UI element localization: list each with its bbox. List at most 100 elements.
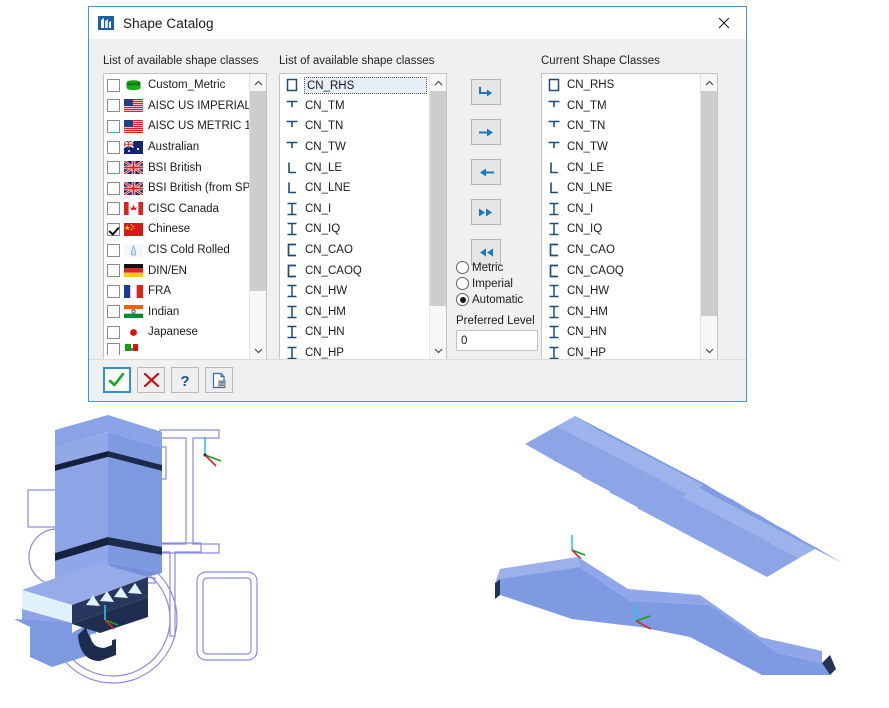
catalog-checkbox[interactable] xyxy=(107,243,120,257)
scroll-down-icon[interactable] xyxy=(430,342,446,359)
available-shape-classes-list[interactable]: CN_RHS CN_TM CN_TN CN_TW CN_LE CN_LNE CN_I CN_I… xyxy=(279,73,447,360)
scroll-down-icon[interactable] xyxy=(701,342,717,359)
current-shape-class-item[interactable]: CN_TW xyxy=(542,137,700,158)
i-beam-icon xyxy=(285,325,299,339)
available-shape-class-item[interactable]: CN_RHS xyxy=(280,75,429,96)
scroll-down-icon[interactable] xyxy=(250,342,266,359)
catalog-list-item[interactable]: BSI British xyxy=(104,157,249,178)
catalog-list-item[interactable]: BSI British (from SPC) xyxy=(104,178,249,199)
available-shape-class-item[interactable]: CN_I xyxy=(280,199,429,220)
available-catalogs-items[interactable]: Custom_Metric AISC US IMPERIAL 13TH AISC U… xyxy=(104,74,249,359)
catalog-list-item[interactable]: FRA xyxy=(104,281,249,302)
radio-metric[interactable] xyxy=(456,261,469,274)
available-shape-class-item[interactable]: CN_HP xyxy=(280,343,429,359)
current-shape-class-item[interactable]: CN_LE xyxy=(542,157,700,178)
catalog-list-item[interactable]: Japanese xyxy=(104,322,249,343)
catalog-list-item[interactable]: AISC US IMPERIAL 13TH xyxy=(104,96,249,117)
catalog-list-item[interactable] xyxy=(104,342,249,355)
rounded-rect-tube-outer xyxy=(196,571,258,661)
unit-option-imperial[interactable]: Imperial xyxy=(456,277,513,290)
catalog-checkbox[interactable] xyxy=(107,78,120,92)
right-list-scrollbar[interactable] xyxy=(700,74,717,359)
add-new-button[interactable] xyxy=(471,79,501,105)
available-shape-classes-items[interactable]: CN_RHS CN_TM CN_TN CN_TW CN_LE CN_LNE CN_I CN_I… xyxy=(280,74,429,359)
middle-list-scrollbar[interactable] xyxy=(429,74,446,359)
left-list-scrollbar[interactable] xyxy=(249,74,266,359)
available-shape-class-item[interactable]: CN_HM xyxy=(280,302,429,323)
current-shape-class-item[interactable]: CN_IQ xyxy=(542,219,700,240)
available-shape-class-item[interactable]: CN_CAOQ xyxy=(280,260,429,281)
preferred-level-input[interactable]: 0 xyxy=(456,330,538,351)
close-icon[interactable] xyxy=(702,7,746,38)
catalog-list-item[interactable]: Custom_Metric xyxy=(104,75,249,96)
current-shape-class-item[interactable]: CN_HW xyxy=(542,281,700,302)
catalog-checkbox[interactable] xyxy=(107,181,120,195)
catalog-checkbox[interactable] xyxy=(107,99,120,113)
radio-imperial[interactable] xyxy=(456,277,469,290)
current-shape-class-item-label: CN_RHS xyxy=(567,79,615,92)
catalog-list-item[interactable]: Indian xyxy=(104,302,249,323)
catalog-list-item[interactable]: CISC Canada xyxy=(104,199,249,220)
scroll-up-icon[interactable] xyxy=(250,74,266,91)
current-shape-class-item[interactable]: CN_HN xyxy=(542,322,700,343)
report-button[interactable] xyxy=(205,367,233,393)
catalog-list-item[interactable]: Australian xyxy=(104,137,249,158)
catalog-item-label: CIS Cold Rolled xyxy=(148,244,230,257)
available-catalogs-list[interactable]: Custom_Metric AISC US IMPERIAL 13TH AISC U… xyxy=(103,73,267,360)
scroll-up-icon[interactable] xyxy=(430,74,446,91)
catalog-checkbox[interactable] xyxy=(107,305,120,319)
ok-button[interactable] xyxy=(103,367,131,393)
catalog-checkbox[interactable] xyxy=(107,342,120,355)
cancel-button[interactable] xyxy=(137,367,165,393)
available-shape-class-item[interactable]: CN_TM xyxy=(280,96,429,117)
catalog-checkbox[interactable] xyxy=(107,140,120,154)
add-all-button[interactable] xyxy=(471,199,501,225)
catalog-checkbox[interactable] xyxy=(107,222,120,236)
catalog-checkbox[interactable] xyxy=(107,161,120,175)
current-shape-class-item[interactable]: CN_CAO xyxy=(542,240,700,261)
current-shape-class-item[interactable]: CN_HP xyxy=(542,343,700,359)
available-shape-class-item-label: CN_TM xyxy=(305,99,345,112)
catalog-checkbox[interactable] xyxy=(107,202,120,216)
catalog-checkbox[interactable] xyxy=(107,264,120,278)
unit-option-automatic[interactable]: Automatic xyxy=(456,293,523,306)
available-shape-class-item[interactable]: CN_TN xyxy=(280,116,429,137)
available-shape-class-item[interactable]: CN_IQ xyxy=(280,219,429,240)
current-shape-class-item[interactable]: CN_TN xyxy=(542,116,700,137)
unit-option-imperial-label: Imperial xyxy=(472,277,513,290)
current-shape-class-item[interactable]: CN_TM xyxy=(542,96,700,117)
graphics-viewport[interactable] xyxy=(0,405,889,708)
current-shape-classes-items[interactable]: CN_RHS CN_TM CN_TN CN_TW CN_LE CN_LNE CN_I CN_I… xyxy=(542,74,700,359)
catalog-list-item[interactable]: DIN/EN xyxy=(104,260,249,281)
catalog-list-item[interactable]: AISC US METRIC 13TH xyxy=(104,116,249,137)
available-shape-class-item[interactable]: CN_TW xyxy=(280,137,429,158)
catalog-checkbox[interactable] xyxy=(107,119,120,133)
current-shape-class-item[interactable]: CN_RHS xyxy=(542,75,700,96)
i-beam-icon xyxy=(547,284,561,298)
available-shape-class-item[interactable]: CN_HW xyxy=(280,281,429,302)
catalog-list-item[interactable]: CIS Cold Rolled xyxy=(104,240,249,261)
unit-option-metric[interactable]: Metric xyxy=(456,261,503,274)
catalog-checkbox[interactable] xyxy=(107,284,120,298)
current-shape-classes-list[interactable]: CN_RHS CN_TM CN_TN CN_TW CN_LE CN_LNE CN_I CN_I… xyxy=(541,73,718,360)
available-shape-class-item[interactable]: CN_CAO xyxy=(280,240,429,261)
right-scroll-thumb[interactable] xyxy=(701,91,717,316)
available-shape-class-item[interactable]: CN_LE xyxy=(280,157,429,178)
left-scroll-thumb[interactable] xyxy=(250,91,266,291)
catalog-list-item[interactable]: Chinese xyxy=(104,219,249,240)
catalog-checkbox[interactable] xyxy=(107,325,120,339)
help-button[interactable]: ? xyxy=(171,367,199,393)
current-shape-class-item[interactable]: CN_I xyxy=(542,199,700,220)
remove-button[interactable] xyxy=(471,159,501,185)
middle-scroll-thumb[interactable] xyxy=(430,91,446,306)
current-shape-class-item[interactable]: CN_LNE xyxy=(542,178,700,199)
tee-icon xyxy=(285,119,299,133)
scroll-up-icon[interactable] xyxy=(701,74,717,91)
catalog-item-label: Chinese xyxy=(148,223,191,236)
available-shape-class-item[interactable]: CN_LNE xyxy=(280,178,429,199)
add-button[interactable] xyxy=(471,119,501,145)
radio-automatic[interactable] xyxy=(456,293,469,306)
current-shape-class-item[interactable]: CN_HM xyxy=(542,302,700,323)
available-shape-class-item[interactable]: CN_HN xyxy=(280,322,429,343)
current-shape-class-item[interactable]: CN_CAOQ xyxy=(542,260,700,281)
